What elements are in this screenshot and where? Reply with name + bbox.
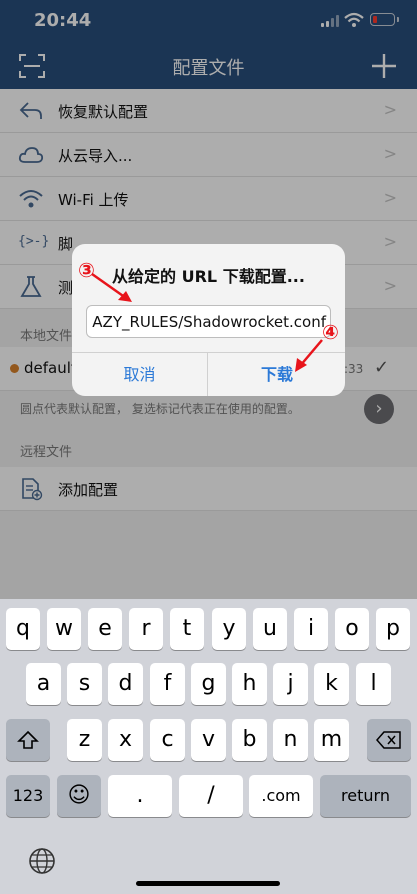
- key-b[interactable]: b: [232, 719, 267, 761]
- key-k[interactable]: k: [314, 663, 349, 705]
- cancel-button[interactable]: 取消: [72, 353, 208, 396]
- key-g[interactable]: g: [191, 663, 226, 705]
- shift-icon: [17, 730, 39, 749]
- annotation-arrow-4: [295, 339, 323, 372]
- url-input-value: AZY_RULES/Shadowrocket.conf: [92, 313, 326, 331]
- return-key[interactable]: return: [320, 775, 411, 817]
- key-l[interactable]: l: [356, 663, 391, 705]
- dotcom-key[interactable]: .com: [249, 775, 313, 817]
- key-a[interactable]: a: [26, 663, 61, 705]
- key-j[interactable]: j: [273, 663, 308, 705]
- key-w[interactable]: w: [47, 608, 81, 650]
- key-t[interactable]: t: [170, 608, 204, 650]
- key-q[interactable]: q: [6, 608, 40, 650]
- key-d[interactable]: d: [108, 663, 143, 705]
- key-c[interactable]: c: [150, 719, 185, 761]
- keyboard: q w e r t y u i o p a s d f g h j k l z …: [0, 599, 417, 894]
- key-e[interactable]: e: [88, 608, 122, 650]
- key-i[interactable]: i: [294, 608, 328, 650]
- key-s[interactable]: s: [67, 663, 102, 705]
- key-n[interactable]: n: [273, 719, 308, 761]
- key-p[interactable]: p: [376, 608, 410, 650]
- key-x[interactable]: x: [108, 719, 143, 761]
- key-r[interactable]: r: [129, 608, 163, 650]
- key-z[interactable]: z: [67, 719, 102, 761]
- url-input[interactable]: AZY_RULES/Shadowrocket.conf: [86, 305, 331, 338]
- annotation-arrow-3: [91, 272, 132, 302]
- backspace-icon: [376, 731, 401, 749]
- key-o[interactable]: o: [335, 608, 369, 650]
- numbers-key[interactable]: 123: [6, 775, 50, 817]
- delete-key[interactable]: [367, 719, 411, 761]
- key-u[interactable]: u: [253, 608, 287, 650]
- slash-key[interactable]: /: [179, 775, 243, 817]
- key-m[interactable]: m: [314, 719, 349, 761]
- emoji-key[interactable]: ☺: [57, 775, 101, 817]
- shift-key[interactable]: [6, 719, 50, 761]
- key-h[interactable]: h: [232, 663, 267, 705]
- key-v[interactable]: v: [191, 719, 226, 761]
- key-y[interactable]: y: [212, 608, 246, 650]
- dot-key[interactable]: .: [108, 775, 172, 817]
- emoji-icon: ☺: [67, 783, 91, 808]
- home-indicator: [136, 881, 280, 886]
- key-f[interactable]: f: [150, 663, 185, 705]
- globe-icon[interactable]: [28, 847, 56, 875]
